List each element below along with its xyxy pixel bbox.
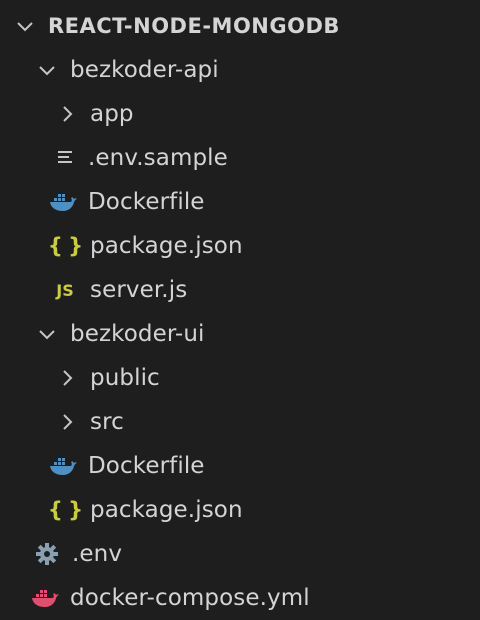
folder-label: app bbox=[90, 101, 134, 127]
file-package-json-api[interactable]: { } package.json bbox=[47, 224, 480, 268]
file-label: Dockerfile bbox=[88, 453, 205, 479]
folder-app[interactable]: app bbox=[56, 92, 480, 136]
file-label: .env bbox=[72, 541, 123, 567]
chevron-right-icon bbox=[56, 411, 78, 433]
file-dockerfile-api[interactable]: Dockerfile bbox=[48, 180, 480, 224]
file-label: .env.sample bbox=[88, 145, 228, 171]
chevron-down-icon bbox=[36, 323, 58, 345]
file-server-js[interactable]: JS server.js bbox=[50, 268, 480, 312]
json-braces-icon: { } bbox=[47, 234, 83, 258]
explorer-root-folder[interactable]: REACT-NODE-MONGODB bbox=[14, 4, 480, 48]
file-label: docker-compose.yml bbox=[70, 585, 310, 611]
folder-public[interactable]: public bbox=[56, 356, 480, 400]
folder-bezkoder-ui[interactable]: bezkoder-ui bbox=[36, 312, 480, 356]
json-braces-icon: { } bbox=[47, 498, 83, 522]
file-package-json-ui[interactable]: { } package.json bbox=[47, 488, 480, 532]
file-dockerfile-ui[interactable]: Dockerfile bbox=[48, 444, 480, 488]
folder-label: bezkoder-api bbox=[70, 57, 219, 83]
chevron-down-icon bbox=[36, 59, 58, 81]
docker-icon bbox=[48, 188, 78, 216]
file-env-sample[interactable]: .env.sample bbox=[54, 136, 480, 180]
folder-label: src bbox=[90, 409, 124, 435]
file-label: server.js bbox=[90, 277, 188, 303]
chevron-right-icon bbox=[56, 367, 78, 389]
docker-compose-icon bbox=[30, 584, 60, 612]
file-label: package.json bbox=[90, 233, 243, 259]
chevron-right-icon bbox=[56, 103, 78, 125]
gear-icon bbox=[32, 540, 62, 568]
docker-icon bbox=[48, 452, 78, 480]
folder-label: bezkoder-ui bbox=[70, 321, 205, 347]
file-label: package.json bbox=[90, 497, 243, 523]
chevron-down-icon bbox=[14, 15, 36, 37]
file-env[interactable]: .env bbox=[32, 532, 480, 576]
file-label: Dockerfile bbox=[88, 189, 205, 215]
root-folder-label: REACT-NODE-MONGODB bbox=[48, 14, 340, 38]
folder-src[interactable]: src bbox=[56, 400, 480, 444]
file-explorer: REACT-NODE-MONGODB bezkoder-api app .env… bbox=[0, 0, 480, 620]
folder-label: public bbox=[90, 365, 160, 391]
lines-file-icon bbox=[54, 144, 78, 172]
folder-bezkoder-api[interactable]: bezkoder-api bbox=[36, 48, 480, 92]
file-docker-compose-yml[interactable]: docker-compose.yml bbox=[30, 576, 480, 620]
javascript-icon: JS bbox=[56, 280, 74, 300]
